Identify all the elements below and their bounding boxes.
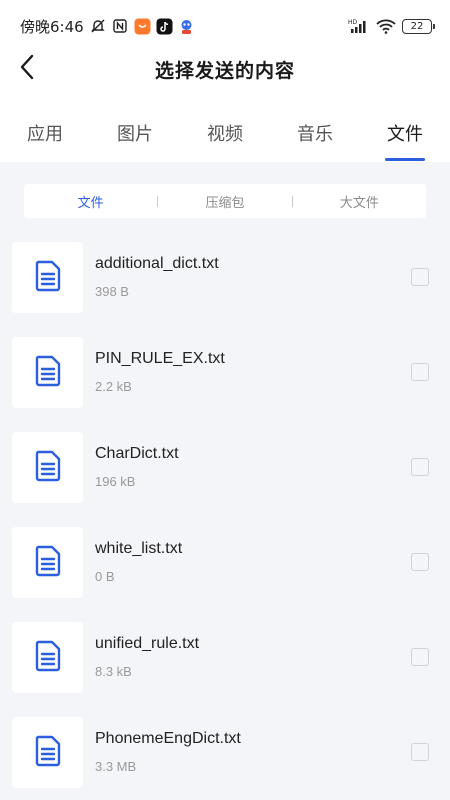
signal-icon: HD <box>348 18 370 35</box>
document-icon <box>35 355 61 391</box>
hd-label: HD <box>348 19 358 26</box>
file-list: additional_dict.txt 398 B PIN_RULE_EX.txt 2… <box>0 242 450 800</box>
file-thumbnail <box>12 622 83 693</box>
file-size: 8.3 kB <box>95 664 132 679</box>
document-icon <box>35 735 61 771</box>
file-checkbox[interactable] <box>411 458 429 476</box>
file-checkbox[interactable] <box>411 743 429 761</box>
tab-music[interactable]: 音乐 <box>270 108 360 162</box>
tab-images[interactable]: 图片 <box>90 108 180 162</box>
header: 选择发送的内容 <box>0 44 450 94</box>
file-thumbnail <box>12 432 83 503</box>
file-size: 398 B <box>95 284 129 299</box>
status-right: HD 22 <box>348 18 435 35</box>
tab-apps[interactable]: 应用 <box>0 108 90 162</box>
app-orange-icon <box>134 18 151 35</box>
file-name: white_list.txt <box>95 540 183 557</box>
file-name: unified_rule.txt <box>95 635 200 652</box>
file-subtabs: 文件 压缩包 大文件 <box>24 184 426 218</box>
file-name: CharDict.txt <box>95 445 179 462</box>
file-list-item[interactable]: white_list.txt 0 B <box>0 527 450 622</box>
document-icon <box>35 260 61 296</box>
status-time: 傍晚6:46 <box>20 17 84 36</box>
file-checkbox[interactable] <box>411 268 429 286</box>
tiktok-icon <box>156 18 173 35</box>
file-list-item[interactable]: additional_dict.txt 398 B <box>0 242 450 337</box>
status-notification-icons <box>90 18 195 35</box>
file-size: 3.3 MB <box>95 759 137 774</box>
file-thumbnail <box>12 337 83 408</box>
document-icon <box>35 450 61 486</box>
file-list-item[interactable]: unified_rule.txt 8.3 kB <box>0 622 450 717</box>
file-list-item[interactable]: PIN_RULE_EX.txt 2.2 kB <box>0 337 450 432</box>
back-button[interactable] <box>12 52 42 86</box>
category-tabs: 应用 图片 视频 音乐 文件 <box>0 108 450 162</box>
file-name: additional_dict.txt <box>95 255 219 272</box>
file-list-item[interactable]: CharDict.txt 196 kB <box>0 432 450 527</box>
page-title: 选择发送的内容 <box>154 59 295 82</box>
battery-level: 22 <box>410 20 424 32</box>
chevron-left-icon <box>19 54 35 84</box>
wifi-icon <box>376 18 396 35</box>
subtab-large-files[interactable]: 大文件 <box>293 192 426 211</box>
file-name: PhonemeEngDict.txt <box>95 730 241 747</box>
tab-videos[interactable]: 视频 <box>180 108 270 162</box>
file-checkbox[interactable] <box>411 363 429 381</box>
file-list-item[interactable]: PhonemeEngDict.txt 3.3 MB <box>0 717 450 800</box>
file-checkbox[interactable] <box>411 648 429 666</box>
subtab-archives[interactable]: 压缩包 <box>158 192 291 211</box>
document-icon <box>35 640 61 676</box>
content-area: 文件 压缩包 大文件 additional_dict.txt 398 B PIN_R… <box>0 162 450 800</box>
file-checkbox[interactable] <box>411 553 429 571</box>
mascot-icon <box>178 18 195 35</box>
nfc-icon <box>112 18 129 35</box>
file-thumbnail <box>12 242 83 313</box>
file-size: 196 kB <box>95 474 136 489</box>
document-icon <box>35 545 61 581</box>
subtab-documents[interactable]: 文件 <box>24 192 157 211</box>
file-name: PIN_RULE_EX.txt <box>95 350 225 367</box>
file-thumbnail <box>12 717 83 788</box>
battery-icon: 22 <box>402 18 435 34</box>
file-size: 0 B <box>95 569 115 584</box>
file-thumbnail <box>12 527 83 598</box>
mute-bell-icon <box>90 18 107 35</box>
tab-files[interactable]: 文件 <box>360 108 450 162</box>
status-left: 傍晚6:46 <box>20 16 195 37</box>
file-size: 2.2 kB <box>95 379 132 394</box>
